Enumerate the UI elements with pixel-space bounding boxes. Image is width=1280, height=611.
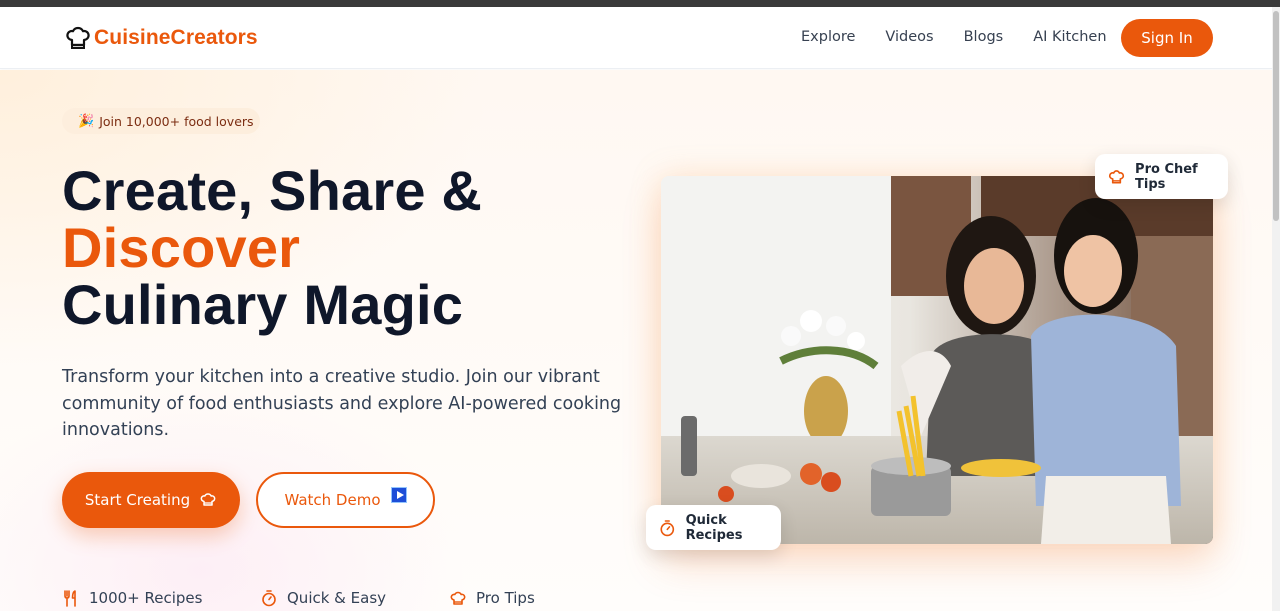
nav-link-ai-kitchen[interactable]: AI Kitchen xyxy=(1033,29,1106,45)
quick-recipes-card: Quick Recipes xyxy=(646,505,781,550)
nav-links: Explore Videos Blogs AI Kitchen xyxy=(801,29,1137,45)
party-popper-icon: 🎉 xyxy=(78,113,95,129)
sign-in-button[interactable]: Sign In xyxy=(1121,19,1213,57)
badge-text: Join 10,000+ food lovers xyxy=(99,113,254,129)
feature-list: 1000+ Recipes Quick & Easy Pro Tips xyxy=(62,589,535,607)
feature-label: Quick & Easy xyxy=(287,589,387,607)
nav-link-explore[interactable]: Explore xyxy=(801,29,855,45)
hero-headline: Create, Share & Discover Culinary Magic xyxy=(62,162,482,333)
top-navbar: CuisineCreators Explore Videos Blogs AI … xyxy=(0,7,1272,69)
watch-demo-label: Watch Demo xyxy=(284,491,381,509)
cooking-photo xyxy=(661,176,1213,544)
brand-name: CuisineCreators xyxy=(94,26,258,49)
browser-top-strip xyxy=(0,0,1280,7)
play-icon xyxy=(390,487,407,503)
headline-line-3: Culinary Magic xyxy=(62,273,464,336)
start-creating-button[interactable]: Start Creating xyxy=(62,472,240,528)
brand-logo[interactable]: CuisineCreators xyxy=(64,24,258,52)
community-badge: 🎉 Join 10,000+ food lovers xyxy=(62,108,260,134)
feature-pro-tips: Pro Tips xyxy=(449,589,535,607)
chef-hat-icon xyxy=(66,26,90,49)
feature-label: 1000+ Recipes xyxy=(89,589,203,607)
pro-chef-tips-card: Pro Chef Tips xyxy=(1095,154,1228,199)
timer-icon xyxy=(262,590,276,607)
page-scrollbar[interactable] xyxy=(1272,7,1280,611)
feature-label: Pro Tips xyxy=(476,589,535,607)
hero-subtext: Transform your kitchen into a creative s… xyxy=(62,367,622,440)
nav-link-blogs[interactable]: Blogs xyxy=(964,29,1004,45)
feature-recipes: 1000+ Recipes xyxy=(62,589,260,607)
chef-hat-icon xyxy=(450,591,466,605)
nav-link-videos[interactable]: Videos xyxy=(885,29,933,45)
chef-hat-icon xyxy=(200,493,216,506)
scrollbar-thumb[interactable] xyxy=(1273,11,1279,221)
hero-image xyxy=(661,176,1213,544)
timer-icon xyxy=(660,519,675,536)
feature-quick: Quick & Easy xyxy=(260,589,449,607)
chef-hat-icon xyxy=(1108,169,1125,184)
pro-chef-tips-label: Pro Chef Tips xyxy=(1135,161,1198,192)
start-creating-label: Start Creating xyxy=(84,491,191,509)
headline-accent: Discover xyxy=(62,216,301,279)
headline-line-1: Create, Share & xyxy=(62,159,483,222)
watch-demo-button[interactable]: Watch Demo xyxy=(256,472,435,528)
utensils-icon xyxy=(64,590,76,607)
quick-recipes-label: Quick Recipes xyxy=(685,512,743,543)
